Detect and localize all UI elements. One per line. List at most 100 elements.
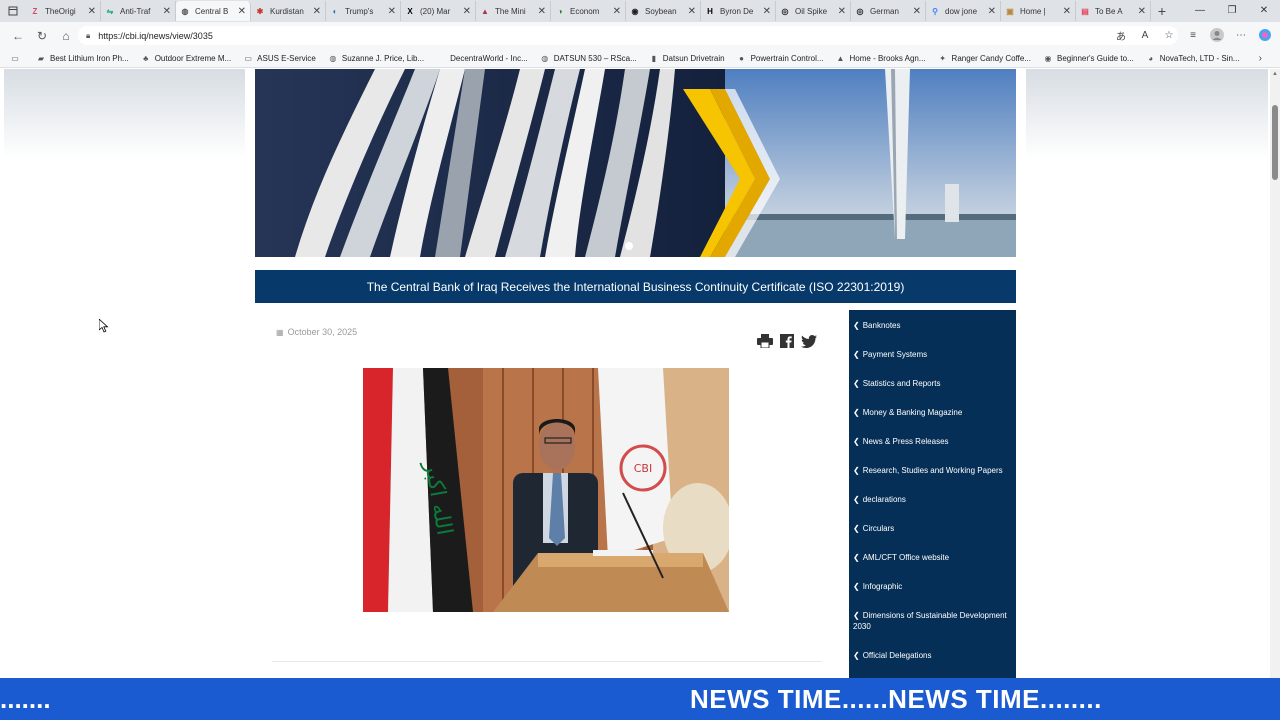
sidebar-menu-item[interactable]: ❮ AML/CFT Office website — [849, 552, 1016, 563]
facebook-icon[interactable] — [778, 332, 796, 350]
browser-tab[interactable]: ⇋ Anti-Traf ✕ — [101, 1, 176, 21]
bookmark-item[interactable]: ▭ ASUS E-Service — [237, 53, 322, 63]
tab-close-icon[interactable]: ✕ — [688, 6, 696, 17]
bookmark-favicon-icon: ▲ — [836, 53, 845, 63]
tab-close-icon[interactable]: ✕ — [988, 6, 996, 17]
minimize-button[interactable]: — — [1184, 0, 1216, 22]
bookmarks-overflow-icon[interactable]: › — [1259, 53, 1262, 64]
tab-close-icon[interactable]: ✕ — [913, 6, 921, 17]
sidebar-menu-item[interactable]: ❮ Circulars — [849, 523, 1016, 534]
read-aloud-icon[interactable]: A — [1136, 26, 1154, 44]
tab-actions-button[interactable] — [0, 0, 26, 22]
copilot-icon[interactable] — [1256, 26, 1274, 44]
bookmark-item[interactable]: ◍ DATSUN 530 – RSca... — [534, 53, 643, 63]
tab-favicon-icon: ◐ — [332, 6, 338, 16]
tab-favicon-icon: ▤ — [1081, 6, 1089, 16]
bookmarks-bar: ▭ ▰ Best Lithium Iron Ph... ♣ Outdoor Extre… — [0, 49, 1280, 68]
tab-close-icon[interactable]: ✕ — [763, 6, 771, 17]
refresh-button[interactable]: ↻ — [30, 29, 54, 43]
sidebar-menu-item[interactable]: ❮ Research, Studies and Working Papers — [849, 465, 1016, 476]
bookmark-item[interactable]: DecentraWorld - Inc... — [430, 53, 534, 63]
page-scrollbar[interactable]: ▲ — [1270, 69, 1280, 678]
bookmark-favicon-icon: ◕ — [1148, 53, 1154, 63]
browser-tab[interactable]: ◍ Central B ✕ — [176, 1, 251, 21]
sidebar-menu-item[interactable]: ❮ Official Delegations — [849, 650, 1016, 661]
chevron-left-icon: ❮ — [853, 495, 860, 504]
bookmark-favicon-icon — [436, 53, 446, 63]
browser-tab[interactable]: ▣ Home | ✕ — [1001, 1, 1076, 21]
tab-title: The Mini — [495, 6, 526, 16]
toolbar-actions: あ A ☆ ≡ ⋯ — [1112, 26, 1274, 44]
tab-close-icon[interactable]: ✕ — [463, 6, 471, 17]
content-divider — [272, 661, 822, 662]
sidebar-menu-item[interactable]: ❮ Money & Banking Magazine — [849, 407, 1016, 418]
tab-close-icon[interactable]: ✕ — [313, 6, 321, 17]
translate-icon[interactable]: あ — [1112, 26, 1130, 44]
bookmark-item[interactable]: ◉ Beginner's Guide to... — [1037, 53, 1140, 63]
favorite-star-icon[interactable]: ☆ — [1160, 26, 1178, 44]
close-window-button[interactable]: ✕ — [1248, 0, 1280, 22]
tab-close-icon[interactable]: ✕ — [88, 6, 96, 17]
browser-tab[interactable]: ▤ To Be A ✕ — [1076, 1, 1151, 21]
sidebar-menu-item[interactable]: ❮ Banknotes — [849, 320, 1016, 331]
sidebar-menu-item[interactable]: ❮ Infographic — [849, 581, 1016, 592]
sidebar-menu-item[interactable]: ❮ Statistics and Reports — [849, 378, 1016, 389]
scroll-up-icon[interactable]: ▲ — [1272, 71, 1278, 77]
profile-avatar[interactable] — [1208, 26, 1226, 44]
bookmark-item[interactable]: ▰ Best Lithium Iron Ph... — [30, 53, 135, 63]
twitter-icon[interactable] — [800, 332, 818, 350]
print-icon[interactable] — [756, 332, 774, 350]
new-tab-button[interactable]: + — [1151, 3, 1173, 19]
tab-close-icon[interactable]: ✕ — [838, 6, 846, 17]
bookmark-item[interactable]: ✦ Ranger Candy Coffe... — [932, 53, 1037, 63]
tab-close-icon[interactable]: ✕ — [1138, 6, 1146, 17]
sidebar-menu-item[interactable]: ❮ declarations — [849, 494, 1016, 505]
bookmark-favicon-icon: ✦ — [939, 53, 946, 63]
tab-close-icon[interactable]: ✕ — [1063, 6, 1071, 17]
browser-tab[interactable]: ▲ The Mini ✕ — [476, 1, 551, 21]
site-info-icon[interactable]: 🔒︎ — [86, 31, 90, 41]
browser-tab[interactable]: ⚲ dow jone ✕ — [926, 1, 1001, 21]
tab-close-icon[interactable]: ✕ — [538, 6, 546, 17]
back-button[interactable]: ← — [6, 29, 30, 43]
tab-favicon-icon: ✱ — [256, 6, 264, 16]
bookmark-item[interactable]: ◕ NovaTech, LTD - Sin... — [1140, 53, 1246, 63]
scrollbar-thumb[interactable] — [1272, 105, 1278, 180]
sidebar-menu-item[interactable]: ❮ Payment Systems — [849, 349, 1016, 360]
home-button[interactable]: ⌂ — [54, 29, 78, 43]
bookmark-item[interactable]: ▮ Datsun Drivetrain — [643, 53, 731, 63]
bookmark-favicon-icon: ▮ — [651, 53, 656, 63]
browser-tab[interactable]: X (20) Mar ✕ — [401, 1, 476, 21]
browser-tab[interactable]: Z TheOrigi ✕ — [26, 1, 101, 21]
browser-tab[interactable]: ◐ Trump's ✕ — [326, 1, 401, 21]
browser-tab[interactable]: ◑ Econom ✕ — [551, 1, 626, 21]
browser-tab[interactable]: ✱ Kurdistan ✕ — [251, 1, 326, 21]
bookmark-item[interactable]: ▲ Home - Brooks Agn... — [830, 53, 932, 63]
tab-close-icon[interactable]: ✕ — [238, 6, 246, 17]
tab-title: Anti-Traf — [120, 6, 151, 16]
chevron-left-icon: ❮ — [853, 553, 860, 562]
address-bar[interactable]: 🔒︎ https://cbi.iq/news/view/3035 — [78, 26, 1178, 45]
restore-button[interactable]: ❐ — [1216, 0, 1248, 22]
bookmarks-menu-icon[interactable]: ▭ — [4, 53, 30, 63]
tab-actions-icon — [8, 6, 18, 16]
browser-tab[interactable]: H Byron De ✕ — [701, 1, 776, 21]
favorites-icon[interactable]: ≡ — [1184, 26, 1202, 44]
browser-tab[interactable]: ◎ German ✕ — [851, 1, 926, 21]
sidebar-menu-item[interactable]: ❮ News & Press Releases — [849, 436, 1016, 447]
bookmark-item[interactable]: ♣ Outdoor Extreme M... — [135, 53, 237, 63]
more-menu-icon[interactable]: ⋯ — [1232, 26, 1250, 44]
tab-close-icon[interactable]: ✕ — [388, 6, 396, 17]
tab-close-icon[interactable]: ✕ — [163, 6, 171, 17]
sidebar-menu-item[interactable]: ❮ Dimensions of Sustainable Development 2… — [849, 610, 1016, 632]
carousel-dot[interactable] — [625, 242, 633, 250]
browser-tab[interactable]: ◎ Oil Spike ✕ — [776, 1, 851, 21]
tab-close-icon[interactable]: ✕ — [613, 6, 621, 17]
bookmark-item[interactable]: ● Powertrain Control... — [731, 53, 830, 63]
bookmark-item[interactable]: ◍ Suzanne J. Price, Lib... — [322, 53, 430, 63]
tab-favicon-icon: ◎ — [856, 6, 864, 16]
browser-tab[interactable]: ◉ Soybean ✕ — [626, 1, 701, 21]
tab-title: Byron De — [720, 6, 754, 16]
sidebar-menu-label: AML/CFT Office website — [862, 553, 950, 562]
tab-title: TheOrigi — [45, 6, 76, 16]
